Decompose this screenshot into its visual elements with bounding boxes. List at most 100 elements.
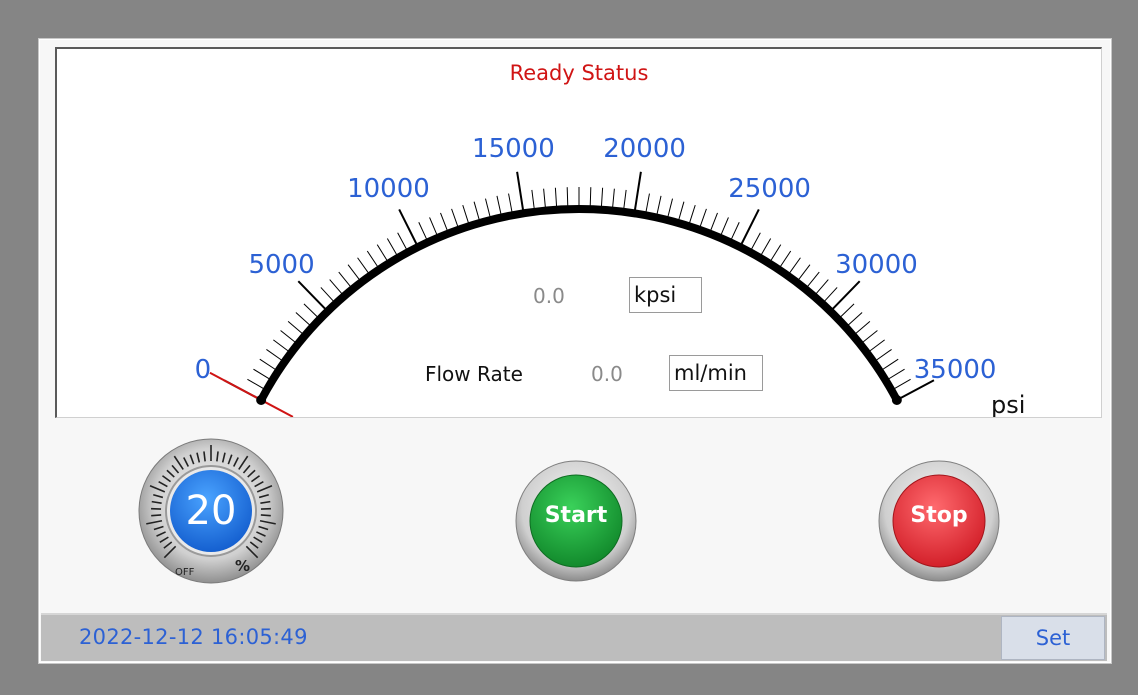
knob-percent-label: % bbox=[235, 557, 250, 575]
datetime-display: 2022-12-12 16:05:49 bbox=[79, 625, 308, 649]
flow-unit-box: ml/min bbox=[669, 355, 763, 391]
gauge-minor-tick bbox=[386, 238, 398, 256]
gauge-minor-tick bbox=[779, 250, 792, 268]
gauge-minor-tick bbox=[882, 358, 899, 371]
pressure-gauge-panel: 0 5000 10000 15000 20000 25000 30000 35000 Read… bbox=[55, 47, 1102, 418]
gauge-minor-tick bbox=[253, 368, 270, 380]
gauge-minor-tick bbox=[347, 264, 360, 281]
gauge-minor-tick bbox=[366, 250, 379, 268]
gauge-minor-tick bbox=[357, 257, 369, 274]
gauge-minor-tick bbox=[699, 208, 707, 227]
start-button-label: Start bbox=[544, 503, 608, 528]
gauge-minor-tick bbox=[496, 195, 502, 215]
gauge-minor-tick bbox=[893, 378, 911, 390]
gauge-major-tick bbox=[831, 280, 861, 310]
gauge-minor-tick bbox=[770, 244, 782, 262]
start-button[interactable]: Start bbox=[514, 459, 638, 583]
flow-rate-readout: 0.0 bbox=[591, 362, 623, 386]
gauge-minor-tick bbox=[840, 303, 855, 318]
gauge-scale-label: 30000 bbox=[835, 250, 918, 280]
main-frame: 0 5000 10000 15000 20000 25000 30000 35000 Read… bbox=[38, 38, 1112, 664]
status-title: Ready Status bbox=[509, 61, 649, 85]
gauge-minor-tick bbox=[815, 279, 829, 295]
gauge-minor-tick bbox=[295, 312, 311, 326]
gauge-minor-tick bbox=[462, 204, 470, 224]
stop-button-label: Stop bbox=[910, 503, 968, 528]
gauge-minor-tick bbox=[589, 187, 592, 207]
gauge-minor-tick bbox=[855, 321, 871, 335]
gauge-end-dot bbox=[256, 394, 267, 405]
gauge-scale-label: 25000 bbox=[728, 174, 811, 204]
knob-off-label: OFF bbox=[175, 567, 195, 578]
gauge-needle bbox=[209, 371, 294, 417]
gauge-minor-tick bbox=[531, 189, 535, 209]
gauge-scale-label: 10000 bbox=[347, 174, 430, 204]
gauge-minor-tick bbox=[623, 189, 627, 209]
gauge-minor-tick bbox=[806, 271, 820, 288]
gauge-minor-tick bbox=[823, 287, 838, 302]
gauge-minor-tick bbox=[247, 378, 265, 390]
gauge-end-dot bbox=[891, 394, 902, 405]
gauge-minor-tick bbox=[338, 271, 352, 288]
gauge-scale-label: 15000 bbox=[472, 134, 555, 164]
gauge-minor-tick bbox=[750, 232, 761, 250]
gauge-minor-tick bbox=[847, 312, 863, 326]
gauge-minor-tick bbox=[273, 339, 289, 352]
gauge-minor-tick bbox=[429, 217, 438, 236]
gauge-minor-tick bbox=[710, 212, 718, 231]
gauge-minor-tick bbox=[720, 217, 729, 236]
gauge-major-tick bbox=[633, 171, 642, 211]
gauge-minor-tick bbox=[473, 201, 480, 221]
gauge-minor-tick bbox=[789, 257, 801, 274]
gauge-minor-tick bbox=[320, 287, 335, 302]
gauge-minor-tick bbox=[862, 330, 878, 343]
gauge-minor-tick bbox=[418, 222, 428, 240]
speed-knob[interactable]: OFF % 20 bbox=[137, 437, 285, 585]
gauge-minor-tick bbox=[303, 303, 318, 318]
gauge-minor-tick bbox=[678, 201, 685, 221]
gauge-minor-tick bbox=[554, 187, 558, 207]
gauge-major-tick bbox=[516, 171, 525, 211]
gauge-minor-tick bbox=[875, 349, 892, 361]
gauge-scale-label: 20000 bbox=[603, 134, 686, 164]
gauge-minor-tick bbox=[451, 208, 459, 227]
pressure-readout: 0.0 bbox=[533, 284, 565, 308]
gauge-minor-tick bbox=[656, 195, 662, 215]
gauge-scale-labels: 0 5000 10000 15000 20000 25000 30000 35000 bbox=[195, 134, 997, 385]
gauge-minor-tick bbox=[798, 264, 811, 281]
hmi-screen: 0 5000 10000 15000 20000 25000 30000 35000 Read… bbox=[0, 0, 1138, 695]
gauge-scale-label: 0 bbox=[195, 355, 212, 385]
gauge-major-tick bbox=[398, 209, 418, 245]
gauge-minor-tick bbox=[484, 198, 491, 218]
gauge-minor-tick bbox=[600, 187, 604, 207]
psi-unit-label: psi bbox=[991, 391, 1026, 418]
pressure-unit-box: kpsi bbox=[629, 277, 702, 313]
gauge-minor-tick bbox=[266, 349, 283, 361]
set-button[interactable]: Set bbox=[1001, 616, 1105, 660]
pressure-gauge: 0 5000 10000 15000 20000 25000 30000 35000 bbox=[195, 134, 997, 417]
gauge-minor-tick bbox=[508, 193, 513, 213]
gauge-arc bbox=[257, 205, 901, 404]
gauge-minor-tick bbox=[566, 187, 569, 207]
gauge-major-tick bbox=[297, 280, 327, 310]
gauge-scale-label: 5000 bbox=[248, 250, 314, 280]
status-bar: 2022-12-12 16:05:49 Set bbox=[41, 613, 1107, 661]
flow-rate-label: Flow Rate bbox=[425, 362, 523, 386]
gauge-minor-tick bbox=[543, 188, 546, 208]
gauge-minor-tick bbox=[869, 339, 885, 352]
gauge-major-tick bbox=[740, 209, 760, 245]
gauge-minor-tick bbox=[287, 321, 303, 335]
gauge-minor-tick bbox=[645, 193, 650, 213]
gauge-minor-tick bbox=[259, 358, 276, 371]
gauge-minor-tick bbox=[397, 232, 408, 250]
gauge-minor-tick bbox=[376, 244, 388, 262]
gauge-minor-tick bbox=[329, 279, 343, 295]
gauge-minor-tick bbox=[280, 330, 296, 343]
stop-button[interactable]: Stop bbox=[877, 459, 1001, 583]
gauge-minor-tick bbox=[688, 204, 696, 224]
gauge-minor-tick bbox=[760, 238, 772, 256]
gauge-minor-tick bbox=[667, 198, 674, 218]
gauge-scale-label: 35000 bbox=[914, 355, 997, 385]
gauge-minor-tick bbox=[888, 368, 905, 380]
gauge-minor-tick bbox=[440, 212, 448, 231]
